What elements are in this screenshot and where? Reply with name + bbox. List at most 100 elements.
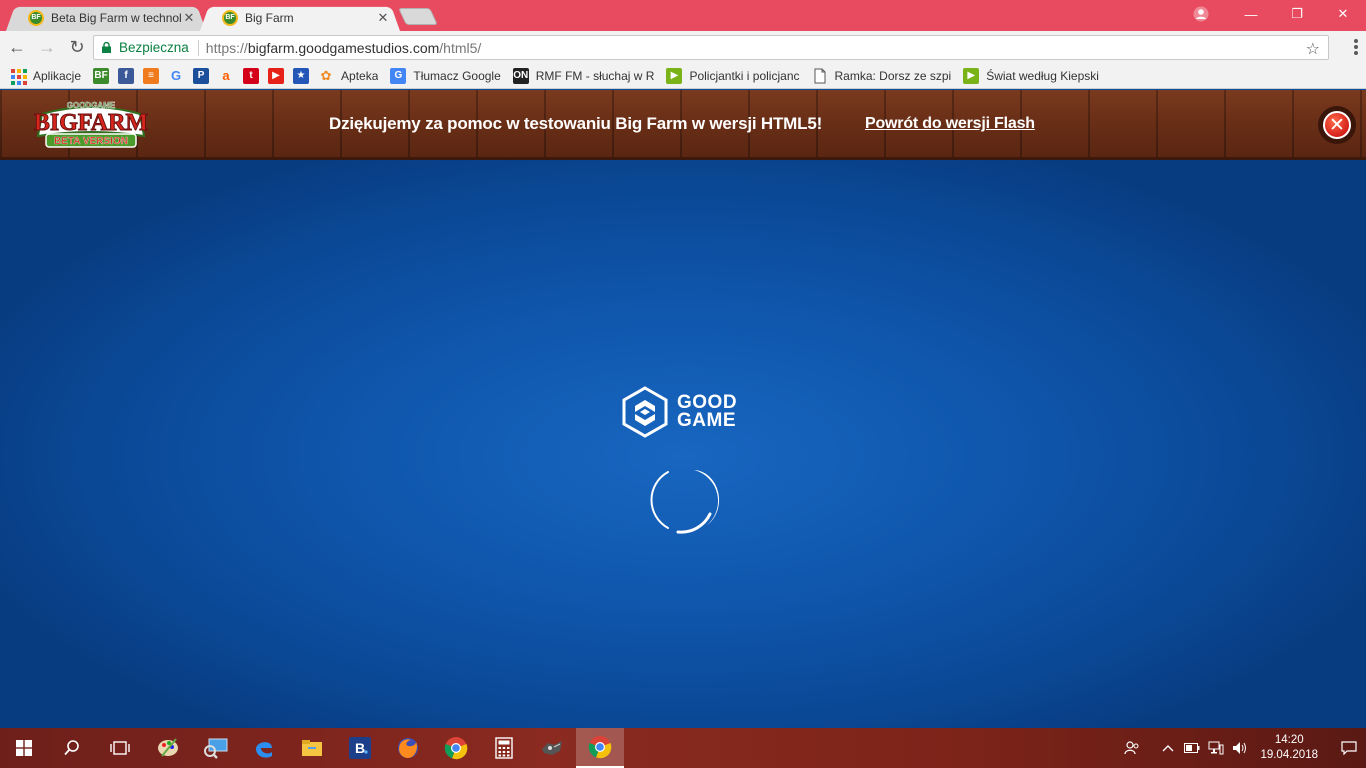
remote-desktop-icon[interactable] — [192, 728, 240, 768]
bookmark-item[interactable]: t — [243, 65, 260, 87]
player-icon: ▶ — [666, 67, 683, 84]
chrome-taskbar-icon[interactable] — [432, 728, 480, 768]
bookmark-label: Apteka — [341, 68, 379, 83]
bookmark-item[interactable]: a — [218, 65, 234, 87]
bigfarm-beta-logo[interactable]: GOODGAME BIGFARM BETA VERSION — [32, 98, 150, 150]
bookmark-star-icon[interactable]: ☆ — [1306, 39, 1320, 59]
bookmarks-bar: Aplikacje BF f ≡ G Pa t ▶ ★ ✿ Apteka G Tłumacz Googl… — [0, 63, 1366, 89]
reload-icon[interactable]: ↻ — [64, 34, 90, 60]
url-protocol: https:// — [205, 39, 248, 56]
bigfarm-favicon-icon: BF — [28, 9, 44, 26]
bookmark-item[interactable]: ≡ — [143, 65, 160, 87]
game-app-icon[interactable] — [528, 728, 576, 768]
rmf-icon: ON — [512, 67, 529, 84]
browser-toolbar: ← → ↻ Bezpieczna https://bigfarm.goodgam… — [0, 31, 1366, 63]
tab-title: Beta Big Farm w technolo — [51, 10, 182, 25]
lock-icon — [102, 42, 111, 53]
bookmark-item[interactable]: f — [118, 65, 135, 87]
bookmark-label: Tłumacz Google — [413, 68, 501, 83]
firefox-icon[interactable] — [384, 728, 432, 768]
translate-icon: G — [390, 67, 407, 84]
loading-spinner-icon — [650, 470, 720, 534]
url-path: /html5/ — [439, 39, 482, 56]
bookmark-item[interactable]: ON RMF FM - słuchaj w R — [512, 65, 655, 87]
chrome-menu-icon[interactable] — [1354, 39, 1358, 55]
back-arrow-icon[interactable]: ← — [4, 34, 30, 60]
battery-icon[interactable] — [1180, 728, 1204, 768]
bigfarm-icon: BF — [93, 67, 110, 84]
bookmark-label: Świat według Kiepski — [986, 68, 1099, 83]
bookmark-item[interactable]: Aplikacje — [10, 65, 81, 87]
bookmark-item[interactable]: Ramka: Dorsz ze szpi — [812, 65, 951, 87]
bookmark-label: Policjantki i policjanc — [689, 68, 800, 83]
clock-time: 14:20 — [1274, 734, 1304, 746]
flash-version-link[interactable]: Powrót do wersji Flash — [865, 115, 1035, 133]
restore-icon[interactable]: ❐ — [1274, 0, 1320, 28]
google-icon: G — [170, 68, 182, 83]
youtube-icon: ▶ — [268, 67, 285, 84]
bookmark-item[interactable]: ★ — [293, 65, 310, 87]
apps-icon — [10, 68, 27, 85]
goodgame-word-game: GAME — [677, 410, 736, 431]
bookmark-item[interactable]: ▶ Policjantki i policjanc — [666, 65, 800, 87]
apteka-icon: ✿ — [320, 67, 332, 83]
windows-taskbar: B 14:20 19.04.2018 — [0, 728, 1366, 768]
tab-close-icon[interactable]: ✕ — [182, 10, 196, 25]
bookmark-label: Aplikacje — [33, 68, 82, 83]
tui-icon: t — [243, 67, 260, 84]
game-loading-area[interactable]: GOOD GAME — [0, 160, 1366, 728]
forward-arrow-icon[interactable]: → — [34, 34, 60, 60]
clock-date: 19.04.2018 — [1260, 749, 1318, 761]
paint-app-icon[interactable] — [144, 728, 192, 768]
bookmark-item[interactable]: ▶ Świat według Kiepski — [963, 65, 1099, 87]
address-bar[interactable]: Bezpieczna https://bigfarm.goodgamestudi… — [93, 35, 1329, 60]
action-center-icon[interactable] — [1332, 728, 1366, 768]
bookmark-item[interactable]: ✿ Apteka — [318, 65, 379, 87]
bookmark-item[interactable]: G — [168, 65, 184, 87]
close-x-icon: ✕ — [1323, 111, 1351, 139]
bookmark-item[interactable]: G Tłumacz Google — [390, 65, 501, 87]
logo-beta-text: BETA VERSION — [54, 136, 128, 147]
system-clock[interactable]: 14:20 19.04.2018 — [1260, 733, 1318, 763]
goodgame-wordmark: GOOD GAME — [677, 393, 737, 431]
people-icon[interactable] — [1120, 728, 1144, 768]
close-game-button[interactable]: ✕ — [1318, 106, 1356, 144]
minimize-icon[interactable]: — — [1228, 0, 1274, 28]
facebook-icon: f — [118, 67, 135, 84]
bookmark-label: RMF FM - słuchaj w R — [535, 68, 655, 83]
calculator-icon[interactable] — [480, 728, 528, 768]
game-header: GOODGAME BIGFARM BETA VERSION Dziękujemy… — [0, 90, 1366, 160]
svg-text:B: B — [355, 740, 365, 756]
bookmark-item[interactable]: P — [193, 65, 210, 87]
url-text[interactable]: https://bigfarm.goodgamestudios.com/html… — [206, 40, 481, 56]
profile-icon[interactable] — [1193, 6, 1209, 22]
bigfarm-favicon-icon: BF — [222, 9, 238, 26]
new-tab-button[interactable] — [398, 8, 438, 25]
bookmark-item[interactable]: BF — [93, 65, 110, 87]
search-icon[interactable] — [48, 728, 96, 768]
goodgame-hexagon-icon — [622, 386, 668, 438]
goodgame-loader-logo: GOOD GAME — [622, 386, 737, 438]
tab-close-icon[interactable]: ✕ — [376, 10, 390, 25]
url-host: bigfarm.goodgamestudios.com — [247, 39, 440, 56]
close-window-icon[interactable]: ✕ — [1320, 0, 1366, 28]
booking-app-icon[interactable]: B — [336, 728, 384, 768]
window-controls: — ❐ ✕ — [1228, 0, 1366, 28]
network-icon[interactable] — [1204, 728, 1228, 768]
volume-icon[interactable] — [1228, 728, 1252, 768]
file-explorer-icon[interactable] — [288, 728, 336, 768]
header-thank-you-message: Dziękujemy za pomoc w testowaniu Big Far… — [329, 114, 823, 133]
chrome-active-taskbar-icon[interactable] — [576, 728, 624, 768]
start-windows-icon[interactable] — [0, 728, 48, 768]
bookmark-item[interactable]: ▶ — [268, 65, 285, 87]
layers-icon: ≡ — [143, 67, 160, 84]
task-view-icon[interactable] — [96, 728, 144, 768]
tab-beta-big-farm[interactable]: BF Beta Big Farm w technolo ✕ — [6, 4, 206, 31]
chevron-up-icon[interactable] — [1156, 728, 1180, 768]
pko-icon: P — [193, 67, 210, 84]
edge-browser-icon[interactable] — [240, 728, 288, 768]
tab-big-farm[interactable]: BF Big Farm ✕ — [200, 4, 400, 31]
browser-titlebar: BF Beta Big Farm w technolo ✕ BF Big Far… — [0, 0, 1366, 31]
tab-title: Big Farm — [245, 10, 294, 25]
secure-label: Bezpieczna — [119, 40, 189, 55]
